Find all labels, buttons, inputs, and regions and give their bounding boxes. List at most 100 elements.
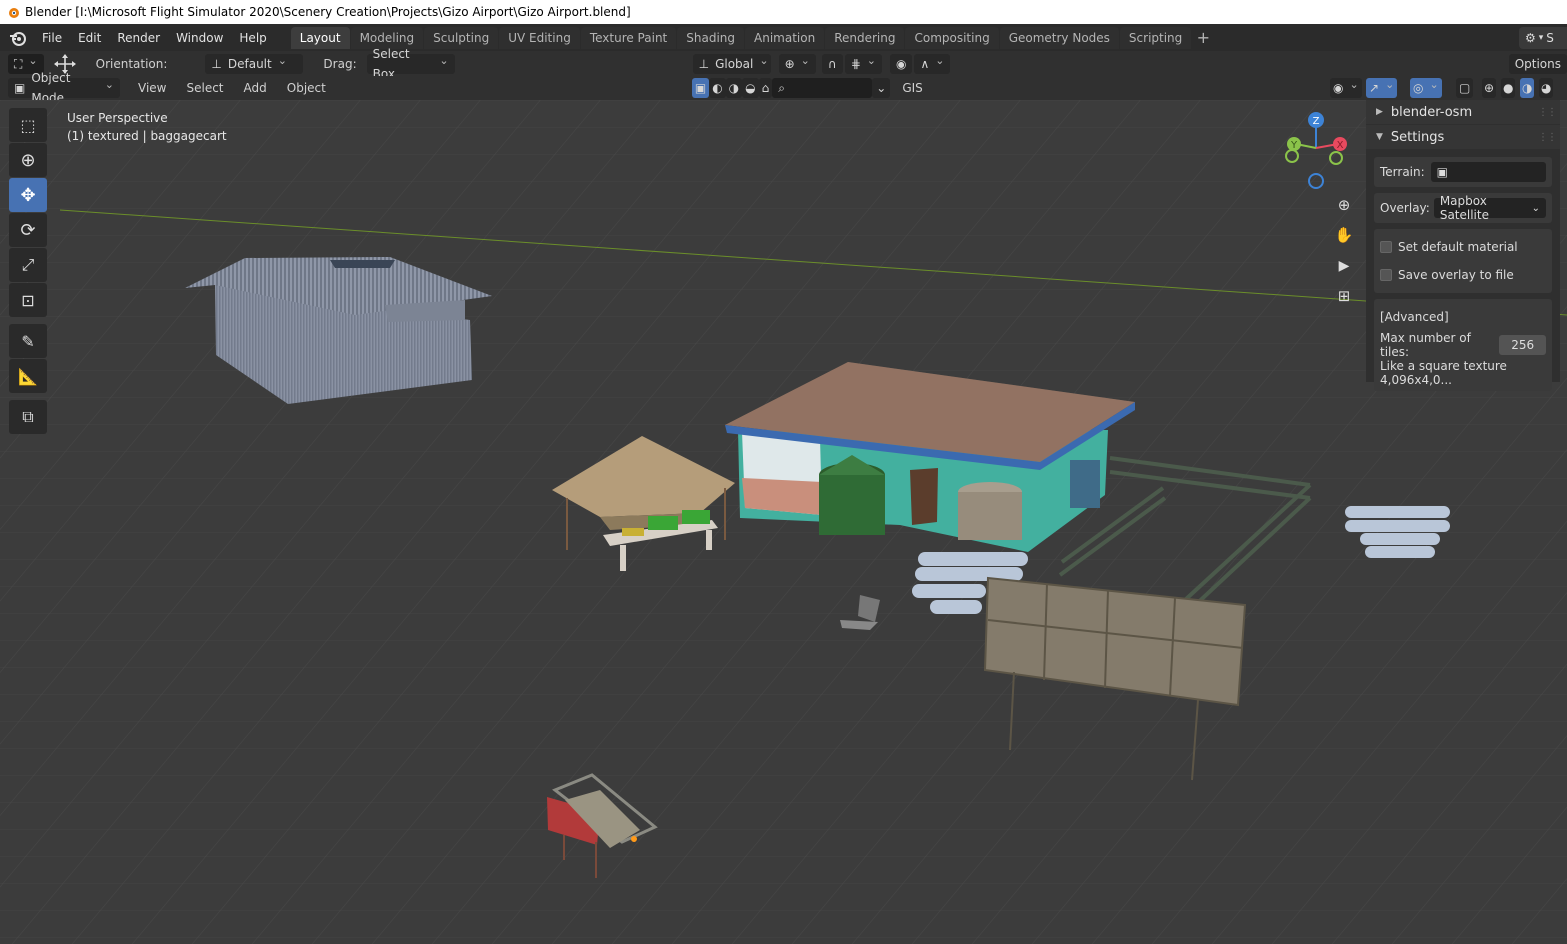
gis-search-dropdown[interactable]: ⌄: [872, 78, 891, 98]
xray-toggle[interactable]: ▢: [1456, 78, 1474, 98]
gis-search-input[interactable]: ⌕: [772, 78, 873, 98]
save-overlay-checkbox[interactable]: [1380, 269, 1392, 281]
save-overlay-row[interactable]: Save overlay to file: [1380, 261, 1546, 289]
scale-tool[interactable]: ⤢: [9, 248, 47, 282]
measure-tool[interactable]: 📐: [9, 359, 47, 393]
material-icon: ◑: [728, 81, 740, 95]
drag-dropdown[interactable]: Select Box: [366, 47, 455, 81]
gis-menu[interactable]: GIS: [896, 81, 928, 95]
editor-type-icon: ⛶: [14, 56, 23, 71]
chevron-down-icon: ⌄: [1531, 202, 1540, 214]
menu-window[interactable]: Window: [168, 27, 231, 49]
tab-sculpting[interactable]: Sculpting: [424, 26, 499, 49]
object-mode-dropdown[interactable]: ▣ Object Mode: [8, 71, 120, 105]
add-cube-tool[interactable]: ⧉: [9, 400, 47, 434]
orientation-dropdown[interactable]: ⊥ Default: [205, 53, 304, 74]
options-button[interactable]: Options: [1508, 53, 1567, 74]
neg-x-handle[interactable]: [1329, 151, 1343, 165]
material-view-button[interactable]: ◑: [1520, 78, 1535, 98]
overlays-toggle[interactable]: ◎: [1410, 78, 1442, 98]
terrain-object-field[interactable]: ▣: [1430, 162, 1546, 182]
tab-compositing[interactable]: Compositing: [905, 26, 999, 49]
proportional-edit-toggle[interactable]: ◉: [889, 53, 913, 74]
gis-building-button[interactable]: ⌂: [758, 78, 773, 98]
tool-settings-header: ⛶ Orientation: ⊥ Default Drag: Select Box…: [0, 47, 1567, 81]
menu-edit[interactable]: Edit: [70, 27, 109, 49]
material-shading-button[interactable]: ◑: [725, 78, 743, 98]
camera-icon: ▶: [1338, 258, 1350, 274]
section-settings-title: Settings: [1390, 129, 1445, 145]
tab-texture-paint[interactable]: Texture Paint: [580, 26, 677, 49]
gizmo-icon: ↗: [1369, 81, 1380, 95]
annotate-tool[interactable]: ✎: [9, 324, 47, 358]
falloff-curve-icon: ∧: [920, 56, 930, 71]
select-mode-button[interactable]: ▣: [691, 78, 710, 98]
menu-object[interactable]: Object: [281, 81, 332, 95]
3d-viewport[interactable]: [0, 100, 1567, 944]
cursor-tool[interactable]: ⊕: [9, 143, 47, 177]
wireframe-shading-button[interactable]: ⊕: [1482, 78, 1497, 98]
solid-view-button[interactable]: ●: [1501, 78, 1516, 98]
hand-icon: ✋: [1334, 226, 1354, 244]
set-default-material-checkbox[interactable]: [1380, 241, 1392, 253]
neg-z-handle[interactable]: [1308, 173, 1324, 189]
drag-handle-icon[interactable]: ⋮⋮: [1538, 132, 1557, 143]
transform-orientation-dropdown[interactable]: ⊥ Global: [692, 53, 771, 74]
menu-help[interactable]: Help: [231, 27, 274, 49]
select-box-tool[interactable]: ⬚: [9, 108, 47, 142]
menu-render[interactable]: Render: [109, 27, 168, 49]
rendered-view-button[interactable]: ◕: [1539, 78, 1554, 98]
tab-rendering[interactable]: Rendering: [825, 26, 905, 49]
tab-geometry-nodes[interactable]: Geometry Nodes: [999, 26, 1119, 49]
chevron-down-icon: ⌄: [876, 81, 887, 95]
pan-button[interactable]: ✋: [1332, 223, 1356, 247]
solid-shading-button[interactable]: ◐: [709, 78, 726, 98]
menu-add[interactable]: Add: [238, 81, 273, 95]
zoom-button[interactable]: ⊕: [1332, 193, 1356, 217]
z-axis-label: Z: [1313, 116, 1320, 127]
advanced-label: [Advanced]: [1380, 310, 1449, 324]
proportional-icon: ◉: [895, 56, 907, 71]
object-icon: ▣: [1436, 165, 1449, 179]
proportional-falloff-dropdown[interactable]: ∧: [914, 53, 951, 74]
snap-toggle[interactable]: ∩: [821, 53, 843, 74]
tab-scripting[interactable]: Scripting: [1119, 26, 1192, 49]
tab-uv-editing[interactable]: UV Editing: [499, 26, 580, 49]
drag-handle-icon[interactable]: ⋮⋮: [1538, 107, 1557, 118]
move-tool[interactable]: ✥: [9, 178, 47, 212]
neg-y-handle[interactable]: [1285, 149, 1299, 163]
rendered-shading-button[interactable]: ◒: [742, 78, 759, 98]
section-settings[interactable]: ▼ Settings ⋮⋮: [1366, 125, 1560, 149]
visibility-dropdown[interactable]: ◉: [1330, 78, 1362, 98]
add-workspace-button[interactable]: +: [1192, 27, 1214, 49]
section-blender-osm[interactable]: ▶ blender-osm ⋮⋮: [1366, 100, 1560, 124]
camera-view-button[interactable]: ▶: [1332, 254, 1356, 278]
tab-animation[interactable]: Animation: [745, 26, 825, 49]
tab-shading[interactable]: Shading: [677, 26, 744, 49]
rotate-tool[interactable]: ⟳: [9, 213, 47, 247]
scene-selector[interactable]: ⚙ ▾ S: [1519, 27, 1567, 49]
pivot-point-dropdown[interactable]: ⊕: [778, 53, 816, 74]
x-axis-label: X: [1337, 140, 1344, 151]
left-toolbar: ⬚ ⊕ ✥ ⟳ ⤢ ⊡ ✎ 📐 ⧉: [9, 108, 49, 435]
viewport-header: ▣Object Mode View Select Add Object ▣ ◐ …: [0, 71, 1567, 105]
perspective-label: User Perspective: [67, 111, 168, 125]
rendered-sphere-icon: ◕: [1541, 81, 1552, 95]
menu-file[interactable]: File: [34, 27, 70, 49]
perspective-toggle-button[interactable]: ⊞: [1332, 284, 1356, 308]
orientation-value: Default: [227, 56, 272, 71]
orientation-label: Orientation:: [95, 56, 168, 71]
chevron-down-icon: ▾: [1538, 33, 1544, 43]
menu-select[interactable]: Select: [180, 81, 229, 95]
set-default-material-row[interactable]: Set default material: [1380, 233, 1546, 261]
max-tiles-input[interactable]: 256: [1499, 335, 1546, 355]
menu-view[interactable]: View: [132, 81, 172, 95]
snap-target-dropdown[interactable]: ⋕: [844, 53, 882, 74]
navigation-gizmo[interactable]: Z X Y: [1282, 110, 1348, 190]
overlay-dropdown[interactable]: Mapbox Satellite ⌄: [1433, 194, 1546, 222]
transform-tool[interactable]: ⊡: [9, 283, 47, 317]
tab-layout[interactable]: Layout: [290, 26, 350, 49]
gizmo-toggle[interactable]: ↗: [1366, 78, 1398, 98]
blender-logo-icon[interactable]: [8, 28, 28, 48]
triangle-right-icon: ▶: [1376, 107, 1383, 117]
